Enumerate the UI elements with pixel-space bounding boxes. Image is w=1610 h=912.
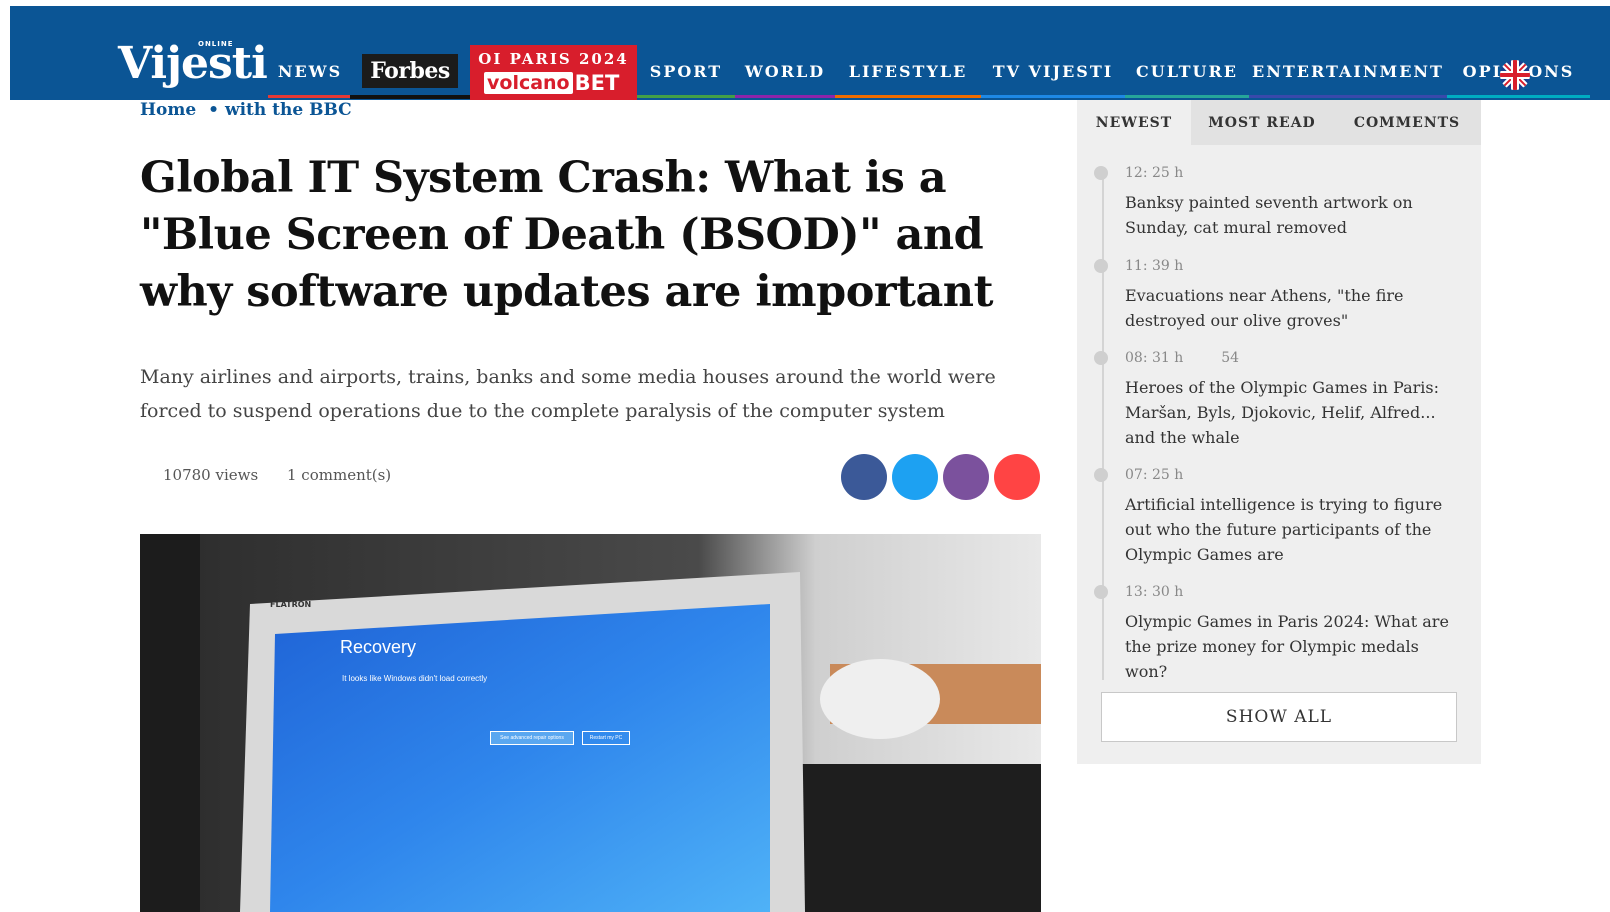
promo-title: OI PARIS 2024: [478, 50, 629, 68]
tab-newest[interactable]: NEWEST: [1077, 100, 1191, 145]
nav-forbes[interactable]: Forbes: [362, 54, 458, 88]
logo-online-tag: ONLINE: [198, 40, 234, 48]
timeline-dot: [1094, 166, 1108, 180]
article-headline: Global IT System Crash: What is a "Blue …: [140, 153, 993, 317]
nav-tv-vijesti[interactable]: TV VIJESTI: [981, 48, 1125, 98]
comment-count-link[interactable]: 1 comment(s): [287, 466, 391, 484]
screen-recovery-subtitle: It looks like Windows didn't load correc…: [342, 674, 488, 683]
screen-advanced-options-button: See advanced repair options: [490, 731, 574, 745]
viber-icon[interactable]: [943, 454, 989, 500]
news-item[interactable]: 11: 39 h Evacuations near Athens, "the f…: [1094, 255, 1465, 333]
news-item[interactable]: 12: 25 h Banksy painted seventh artwork …: [1094, 162, 1465, 240]
promo-bet: BET: [574, 71, 620, 95]
site-logo[interactable]: Vijesti: [118, 36, 268, 92]
article-photo: FLATRON Recovery It looks like Windows d…: [140, 534, 1041, 912]
news-item[interactable]: 13: 30 h Olympic Games in Paris 2024: Wh…: [1094, 581, 1465, 684]
news-title[interactable]: Heroes of the Olympic Games in Paris: Ma…: [1125, 375, 1465, 450]
news-time-row: 08: 31 h 54: [1125, 347, 1465, 369]
timeline-dot: [1094, 351, 1108, 365]
view-count: 10780 views: [163, 466, 259, 484]
news-time: 11: 39 h: [1125, 258, 1184, 274]
news-comment-count: 54: [1221, 350, 1240, 366]
nav-world[interactable]: WORLD: [735, 48, 835, 98]
timeline-line: [1102, 170, 1104, 680]
nav-news[interactable]: NEWS: [268, 48, 352, 98]
timeline-dot: [1094, 468, 1108, 482]
news-time: 08: 31 h: [1125, 350, 1184, 366]
breadcrumb-section[interactable]: with the BBC: [225, 100, 352, 120]
screen-recovery-title: Recovery: [340, 637, 417, 657]
uk-flag-icon[interactable]: [1500, 60, 1530, 90]
facebook-icon[interactable]: [841, 454, 887, 500]
promo-olympics-volcanobet[interactable]: OI PARIS 2024 volcano BET: [470, 45, 637, 100]
promo-volcano: volcano: [484, 72, 573, 94]
tab-most-read[interactable]: MOST READ: [1191, 100, 1333, 145]
nav-culture[interactable]: CULTURE: [1125, 48, 1249, 98]
news-title[interactable]: Banksy painted seventh artwork on Sunday…: [1125, 190, 1465, 240]
nav-forbes-underline: [350, 95, 470, 99]
news-time: 12: 25 h: [1125, 165, 1184, 181]
nav-entertainment[interactable]: ENTERTAINMENT: [1249, 48, 1447, 98]
news-time: 13: 30 h: [1125, 584, 1184, 600]
breadcrumb-separator: •: [208, 100, 220, 120]
nav-sport[interactable]: SPORT: [637, 48, 735, 98]
news-title[interactable]: Olympic Games in Paris 2024: What are th…: [1125, 609, 1465, 684]
news-item[interactable]: 07: 25 h Artificial intelligence is tryi…: [1094, 464, 1465, 567]
sidebar-tabs: NEWEST MOST READ COMMENTS: [1077, 100, 1481, 145]
article-lead: Many airlines and airports, trains, bank…: [140, 366, 996, 422]
screen-restart-button: Restart my PC: [582, 731, 630, 745]
timeline-dot: [1094, 259, 1108, 273]
news-item[interactable]: 08: 31 h 54 Heroes of the Olympic Games i…: [1094, 347, 1465, 450]
email-icon[interactable]: [994, 454, 1040, 500]
news-sidebar: NEWEST MOST READ COMMENTS 12: 25 h Banks…: [1077, 100, 1481, 764]
timeline-dot: [1094, 585, 1108, 599]
monitor-brand-label: FLATRON: [270, 600, 312, 609]
breadcrumb: Home • with the BBC: [140, 100, 352, 120]
breadcrumb-home[interactable]: Home: [140, 100, 196, 120]
tab-comments[interactable]: COMMENTS: [1333, 100, 1481, 145]
twitter-icon[interactable]: [892, 454, 938, 500]
news-title[interactable]: Artificial intelligence is trying to fig…: [1125, 492, 1465, 567]
nav-lifestyle[interactable]: LIFESTYLE: [835, 48, 981, 98]
show-all-button[interactable]: SHOW ALL: [1101, 692, 1457, 742]
news-title[interactable]: Evacuations near Athens, "the fire destr…: [1125, 283, 1465, 333]
news-time: 07: 25 h: [1125, 467, 1184, 483]
